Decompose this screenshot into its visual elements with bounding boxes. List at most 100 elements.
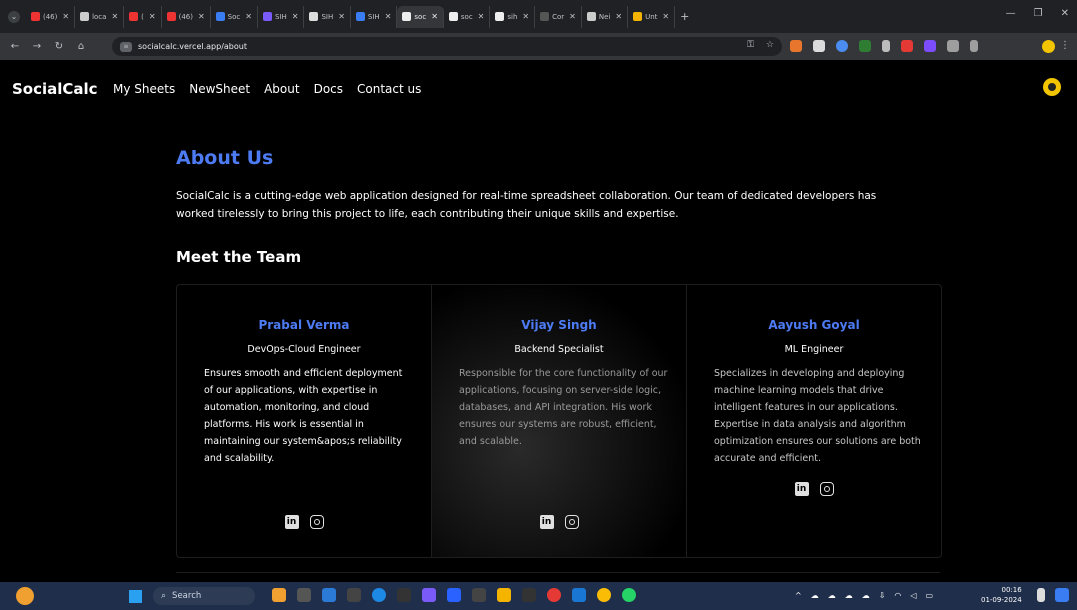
app-navbar: SocialCalc My Sheets NewSheet About Docs… [0, 60, 1077, 118]
url-text[interactable]: socialcalc.vercel.app/about [138, 42, 247, 51]
instagram-icon[interactable] [564, 515, 579, 529]
extension-drop-icon[interactable] [924, 40, 936, 52]
browser-tab[interactable]: (46) ✕ [26, 5, 76, 28]
tab-close-icon[interactable]: ✕ [569, 12, 576, 21]
tab-close-icon[interactable]: ✕ [662, 12, 669, 21]
home-icon[interactable]: ⌂ [74, 41, 88, 52]
chevron-up-icon[interactable]: ^ [795, 591, 802, 600]
tab-label: Nei [598, 12, 611, 21]
extension-pen-icon[interactable] [882, 40, 890, 52]
wifi-icon[interactable]: ◠ [894, 591, 901, 600]
linkedin-icon[interactable]: in [794, 482, 809, 496]
tab-close-icon[interactable]: ✕ [149, 12, 156, 21]
download-icon[interactable]: ⇩ [879, 591, 886, 600]
taskbar-clock[interactable]: 00:16 01-09-2024 [981, 585, 1022, 605]
extension-card-icon[interactable] [813, 40, 825, 52]
task-view-icon[interactable] [297, 588, 311, 602]
nav-docs[interactable]: Docs [314, 82, 343, 96]
tab-close-icon[interactable]: ✕ [292, 12, 299, 21]
file-explorer-icon[interactable] [322, 588, 336, 602]
extension-green-icon[interactable] [859, 40, 871, 52]
browser-tab[interactable]: Nei ✕ [582, 5, 629, 28]
tab-close-icon[interactable]: ✕ [478, 12, 485, 21]
new-tab-button[interactable]: + [680, 10, 689, 23]
browser-tab[interactable]: sih ✕ [490, 5, 536, 28]
extension-blue-icon[interactable] [836, 40, 848, 52]
tab-search-icon[interactable]: ⌄ [8, 10, 20, 23]
cloud-icon[interactable]: ☁ [862, 591, 870, 600]
app-dark-icon[interactable] [347, 588, 361, 602]
brand-logo[interactable]: SocialCalc [12, 80, 98, 98]
app-terminal-icon[interactable] [397, 588, 411, 602]
battery-icon[interactable]: ▭ [926, 591, 934, 600]
bookmark-star-icon[interactable]: ☆ [766, 40, 774, 50]
vscode-alt-icon[interactable] [572, 588, 586, 602]
site-settings-icon[interactable]: ≡ [120, 41, 132, 52]
app-box-icon[interactable] [522, 588, 536, 602]
tab-close-icon[interactable]: ✕ [615, 12, 622, 21]
instagram-icon[interactable] [309, 515, 324, 529]
taskbar-search[interactable]: ⌕ Search [153, 587, 255, 605]
tab-close-icon[interactable]: ✕ [62, 12, 69, 21]
tab-close-icon[interactable]: ✕ [522, 12, 529, 21]
browser-tab[interactable]: (✕ [124, 5, 162, 28]
password-key-icon[interactable]: ⚿ [747, 40, 754, 50]
notification-icon[interactable] [1037, 588, 1045, 602]
tab-close-icon[interactable]: ✕ [431, 12, 438, 21]
edge-icon[interactable] [372, 588, 386, 602]
cloud-icon[interactable]: ☁ [845, 591, 853, 600]
browser-tab[interactable]: Cor ✕ [535, 5, 582, 28]
copilot-icon[interactable] [1055, 588, 1069, 602]
browser-tab[interactable]: Unt ✕ [628, 5, 676, 28]
folder-icon[interactable] [497, 588, 511, 602]
address-bar[interactable]: ≡ socialcalc.vercel.app/about ⚿ ☆ [112, 37, 782, 56]
browser-menu-icon[interactable]: ⋮ [1060, 40, 1070, 51]
linkedin-icon[interactable]: in [539, 515, 554, 529]
nav-contact[interactable]: Contact us [357, 82, 421, 96]
tab-close-icon[interactable]: ✕ [385, 12, 392, 21]
user-avatar[interactable] [1043, 78, 1061, 96]
app-grid-icon[interactable] [472, 588, 486, 602]
opera-icon[interactable] [547, 588, 561, 602]
browser-tab[interactable]: Soc ✕ [211, 5, 258, 28]
reading-list-icon[interactable] [970, 40, 978, 52]
cloud-icon[interactable]: ☁ [828, 591, 836, 600]
forward-icon[interactable]: → [30, 41, 44, 52]
nav-my-sheets[interactable]: My Sheets [113, 82, 175, 96]
volume-icon[interactable]: ◁ [910, 591, 916, 600]
omnibox-actions: ⚿ ☆ [747, 40, 774, 50]
chrome-icon[interactable] [597, 588, 611, 602]
tab-close-icon[interactable]: ✕ [338, 12, 345, 21]
browser-tab[interactable]: SIH ✕ [258, 5, 305, 28]
browser-tab[interactable]: SIH ✕ [351, 5, 398, 28]
windows-start-icon[interactable] [129, 590, 142, 603]
cloud-icon[interactable]: ☁ [811, 591, 819, 600]
back-icon[interactable]: ← [8, 41, 22, 52]
restore-icon[interactable]: ❐ [1034, 8, 1043, 19]
instagram-icon[interactable] [819, 482, 834, 496]
nav-new-sheet[interactable]: NewSheet [189, 82, 250, 96]
extension-fox-icon[interactable] [790, 40, 802, 52]
browser-tab[interactable]: SIH ✕ [304, 5, 351, 28]
browser-tab[interactable]: loca ✕ [75, 5, 125, 28]
extensions-puzzle-icon[interactable] [947, 40, 959, 52]
browser-profile-icon[interactable] [1042, 40, 1055, 53]
whatsapp-icon[interactable] [622, 588, 636, 602]
tab-favicon-icon [448, 12, 458, 21]
browser-tab[interactable]: soc ✕ [444, 5, 491, 28]
extension-pdf-icon[interactable] [901, 40, 913, 52]
weather-icon[interactable] [16, 587, 34, 605]
vscode-icon[interactable] [447, 588, 461, 602]
close-window-icon[interactable]: ✕ [1061, 8, 1069, 19]
tab-close-icon[interactable]: ✕ [111, 12, 118, 21]
reload-icon[interactable]: ↻ [52, 41, 66, 52]
widgets-icon[interactable] [272, 588, 286, 602]
linkedin-icon[interactable]: in [284, 515, 299, 529]
nav-about[interactable]: About [264, 82, 299, 96]
browser-tab[interactable]: (46) ✕ [162, 5, 211, 28]
tab-close-icon[interactable]: ✕ [245, 12, 252, 21]
tab-close-icon[interactable]: ✕ [198, 12, 205, 21]
minimize-icon[interactable]: — [1006, 8, 1016, 19]
app-star-icon[interactable] [422, 588, 436, 602]
browser-tab[interactable]: soc ✕ [397, 5, 444, 28]
